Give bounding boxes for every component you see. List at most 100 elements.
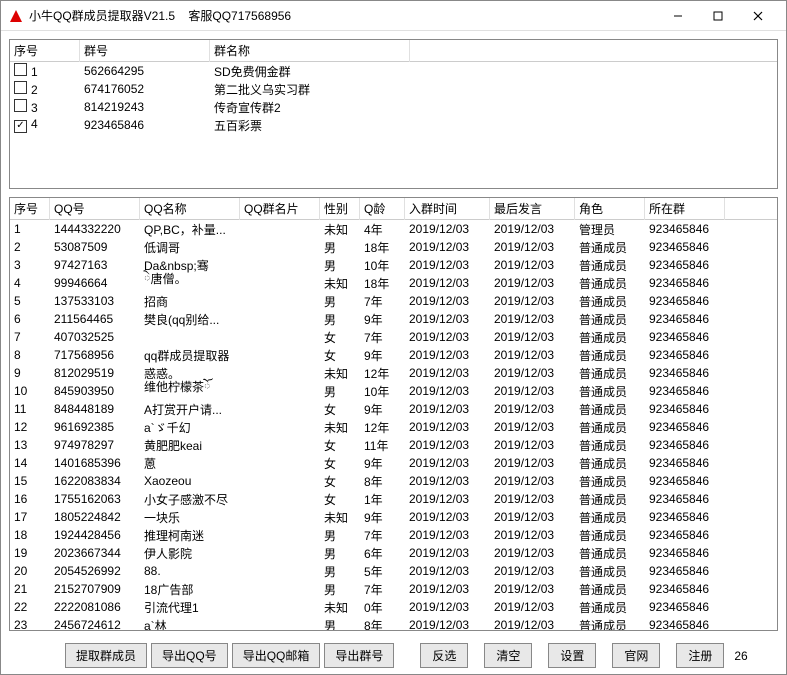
col-header-age[interactable]: Q龄 (360, 198, 405, 220)
member-row[interactable]: 8717568956qq群成员提取器女9年2019/12/032019/12/0… (10, 346, 777, 364)
member-cell (140, 336, 240, 338)
member-cell: 923465846 (645, 491, 725, 507)
member-cell (240, 354, 320, 356)
member-cell: 717568956 (50, 347, 140, 363)
members-header-row: 序号 QQ号 QQ名称 QQ群名片 性别 Q龄 入群时间 最后发言 角色 所在群 (10, 198, 777, 220)
member-cell: 1755162063 (50, 491, 140, 507)
member-cell: 2019/12/03 (490, 329, 575, 345)
member-row[interactable]: 13974978297黄肥肥keai女11年2019/12/032019/12/… (10, 436, 777, 454)
extract-members-button[interactable]: 提取群成员 (65, 643, 147, 668)
minimize-button[interactable] (658, 2, 698, 30)
member-cell: 13 (10, 437, 50, 453)
register-button[interactable]: 注册 (676, 643, 724, 668)
member-row[interactable]: 9812029519惑惑。未知12年2019/12/032019/12/03普通… (10, 364, 777, 382)
group-checkbox[interactable] (14, 81, 27, 94)
member-cell: 9年 (360, 400, 405, 419)
col-header-card[interactable]: QQ群名片 (240, 198, 320, 220)
member-cell: 普通成员 (575, 346, 645, 365)
member-cell: 女 (320, 436, 360, 455)
member-row[interactable]: 171805224842一块乐未知9年2019/12/032019/12/03普… (10, 508, 777, 526)
toolbar: 提取群成员 导出QQ号 导出QQ邮箱 导出群号 反选 清空 设置 官网 注册 2… (1, 639, 786, 674)
groups-grid[interactable]: 序号 群号 群名称 1562664295SD免费佣金群2674176052第二批… (10, 40, 777, 188)
members-grid[interactable]: 序号 QQ号 QQ名称 QQ群名片 性别 Q龄 入群时间 最后发言 角色 所在群… (10, 198, 777, 630)
member-row[interactable]: 20205452699288.男5年2019/12/032019/12/03普通… (10, 562, 777, 580)
group-checkbox[interactable] (14, 63, 27, 76)
group-row[interactable]: ✓4923465846五百彩票 (10, 116, 777, 134)
col-header-group-id[interactable]: 群号 (80, 40, 210, 62)
content-area: 序号 群号 群名称 1562664295SD免费佣金群2674176052第二批… (1, 31, 786, 639)
member-cell: 11 (10, 401, 50, 417)
member-cell: 18广告部 (140, 580, 240, 599)
col-header-join[interactable]: 入群时间 (405, 198, 490, 220)
member-cell: 2456724612 (50, 617, 140, 630)
col-header-seq[interactable]: 序号 (10, 198, 50, 220)
col-header-last[interactable]: 最后发言 (490, 198, 575, 220)
col-header-qq[interactable]: QQ号 (50, 198, 140, 220)
member-cell: 女 (320, 328, 360, 347)
export-email-button[interactable]: 导出QQ邮箱 (232, 643, 321, 668)
clear-button[interactable]: 清空 (484, 643, 532, 668)
member-cell: 1 (10, 221, 50, 237)
member-cell (240, 246, 320, 248)
member-cell (240, 462, 320, 464)
member-row[interactable]: 141401685396蒽女9年2019/12/032019/12/03普通成员… (10, 454, 777, 472)
member-cell: 女 (320, 490, 360, 509)
member-cell (240, 408, 320, 410)
member-cell: 1622083834 (50, 473, 140, 489)
member-cell: 3 (10, 257, 50, 273)
member-row[interactable]: 6211564465樊良(qq别给...男9年2019/12/032019/12… (10, 310, 777, 328)
member-row[interactable]: 499946664ེ唐僧。未知18年2019/12/032019/12/03普通… (10, 274, 777, 292)
member-cell: 2019/12/03 (490, 383, 575, 399)
group-checkbox[interactable]: ✓ (14, 120, 27, 133)
member-cell: 2019/12/03 (405, 509, 490, 525)
group-row[interactable]: 1562664295SD免费佣金群 (10, 62, 777, 80)
member-row[interactable]: 222222081086引流代理1未知0年2019/12/032019/12/0… (10, 598, 777, 616)
member-row[interactable]: 397427163Da&nbsp;骞男10年2019/12/032019/12/… (10, 256, 777, 274)
settings-button[interactable]: 设置 (548, 643, 596, 668)
member-cell: 8年 (360, 616, 405, 631)
member-row[interactable]: 181924428456推理柯南迷男7年2019/12/032019/12/03… (10, 526, 777, 544)
col-header-gender[interactable]: 性别 (320, 198, 360, 220)
member-cell: 2019/12/03 (405, 239, 490, 255)
member-row[interactable]: 10845903950维他柠檬茶ོ男10年2019/12/032019/12/0… (10, 382, 777, 400)
member-cell: 923465846 (645, 581, 725, 597)
member-row[interactable]: 151622083834Xaozeou女8年2019/12/032019/12/… (10, 472, 777, 490)
member-row[interactable]: 21215270790918广告部男7年2019/12/032019/12/03… (10, 580, 777, 598)
col-header-nick[interactable]: QQ名称 (140, 198, 240, 220)
col-header-group-name[interactable]: 群名称 (210, 40, 410, 62)
invert-button[interactable]: 反选 (420, 643, 468, 668)
group-row[interactable]: 3814219243传奇宣传群2 (10, 98, 777, 116)
col-header-role[interactable]: 角色 (575, 198, 645, 220)
export-group-button[interactable]: 导出群号 (324, 643, 394, 668)
maximize-button[interactable] (698, 2, 738, 30)
member-row[interactable]: 11848448189A打赏开户请...女9年2019/12/032019/12… (10, 400, 777, 418)
col-header-index[interactable]: 序号 (10, 40, 80, 62)
member-row[interactable]: 161755162063小女子感激不尽女1年2019/12/032019/12/… (10, 490, 777, 508)
member-cell: 女 (320, 400, 360, 419)
member-row[interactable]: 253087509低调哥男18年2019/12/032019/12/03普通成员… (10, 238, 777, 256)
member-cell: 1444332220 (50, 221, 140, 237)
member-row[interactable]: 11444332220QP,BC，补量...未知4年2019/12/032019… (10, 220, 777, 238)
member-row[interactable]: 232456724612a`林男8年2019/12/032019/12/03普通… (10, 616, 777, 630)
col-header-in-group[interactable]: 所在群 (645, 198, 725, 220)
close-button[interactable] (738, 2, 778, 30)
member-cell: 7年 (360, 580, 405, 599)
export-qq-button[interactable]: 导出QQ号 (151, 643, 228, 668)
member-cell: 923465846 (645, 473, 725, 489)
member-row[interactable]: 192023667344伊人影院男6年2019/12/032019/12/03普… (10, 544, 777, 562)
member-cell: 推理柯南迷 (140, 526, 240, 545)
member-cell: 2019/12/03 (405, 383, 490, 399)
group-checkbox[interactable] (14, 99, 27, 112)
member-row[interactable]: 5137533103招商男7年2019/12/032019/12/03普通成员9… (10, 292, 777, 310)
member-cell: 53087509 (50, 239, 140, 255)
member-row[interactable]: 7407032525女7年2019/12/032019/12/03普通成员923… (10, 328, 777, 346)
group-row[interactable]: 2674176052第二批义乌实习群 (10, 80, 777, 98)
member-cell: 未知 (320, 598, 360, 617)
member-row[interactable]: 12961692385a`ゞ千幻未知12年2019/12/032019/12/0… (10, 418, 777, 436)
member-cell: 2019/12/03 (490, 239, 575, 255)
website-button[interactable]: 官网 (612, 643, 660, 668)
member-cell (240, 588, 320, 590)
member-cell: 22 (10, 599, 50, 615)
member-cell: 2019/12/03 (405, 419, 490, 435)
member-cell: 2019/12/03 (490, 437, 575, 453)
